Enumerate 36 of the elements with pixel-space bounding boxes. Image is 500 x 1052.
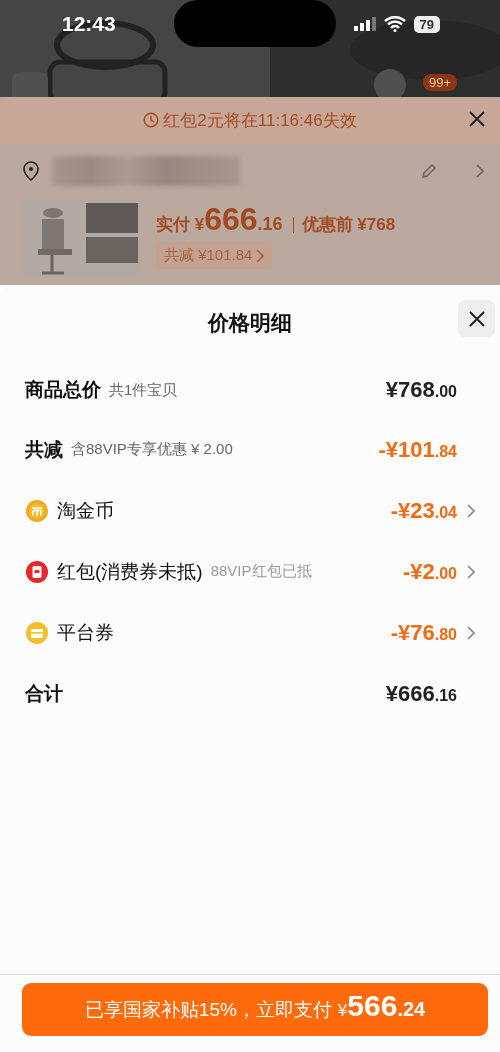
row-amount: -¥101.84 [378,436,457,463]
status-time: 12:43 [62,12,117,36]
row-note: 共1件宝贝 [109,380,178,400]
close-icon [467,309,486,328]
row-amount: ¥768.00 [385,377,457,403]
pay-button[interactable]: 已享国家补贴15%，立即支付 ¥566.24 [22,983,488,1036]
sheet-title: 价格明细 [208,310,292,336]
close-button[interactable] [458,300,495,337]
chevron-icon [256,248,265,263]
clock-icon [143,112,160,128]
row-label: 红包(消费券未抵) [57,559,203,584]
row-amount: ¥666.16 [385,680,457,707]
row-amount: -¥23.04 [390,497,457,524]
row-label: 商品总价 [25,378,101,402]
pencil-icon[interactable] [420,162,438,180]
coin-icon [25,498,49,523]
row-label: 平台券 [57,620,114,645]
row-label: 合计 [25,681,63,706]
expiry-notice: 红包2元将在11:16:46失效 [163,109,357,132]
wifi-icon [383,16,406,32]
row-label: 淘金币 [57,498,114,523]
paid-price: 实付 ¥666.16 [156,201,283,238]
envelope-icon [25,559,49,584]
discount-tag[interactable]: 共减 ¥101.84 [156,242,273,269]
original-price: 优惠前 ¥768 [292,217,396,233]
chevron-icon [476,164,484,178]
row-note: 含88VIP专享优惠 ¥ 2.00 [71,440,233,459]
row-amount: -¥2.00 [402,558,457,585]
cart-count-badge: 99+ [423,74,458,91]
row-label: 共减 [25,437,63,462]
coupon-icon [25,620,49,645]
row-amount: -¥76.80 [390,619,457,646]
location-pin-icon [22,161,40,181]
signal-icon [353,17,376,31]
close-icon[interactable] [468,110,486,128]
row-note: 88VIP红包已抵 [210,562,312,581]
